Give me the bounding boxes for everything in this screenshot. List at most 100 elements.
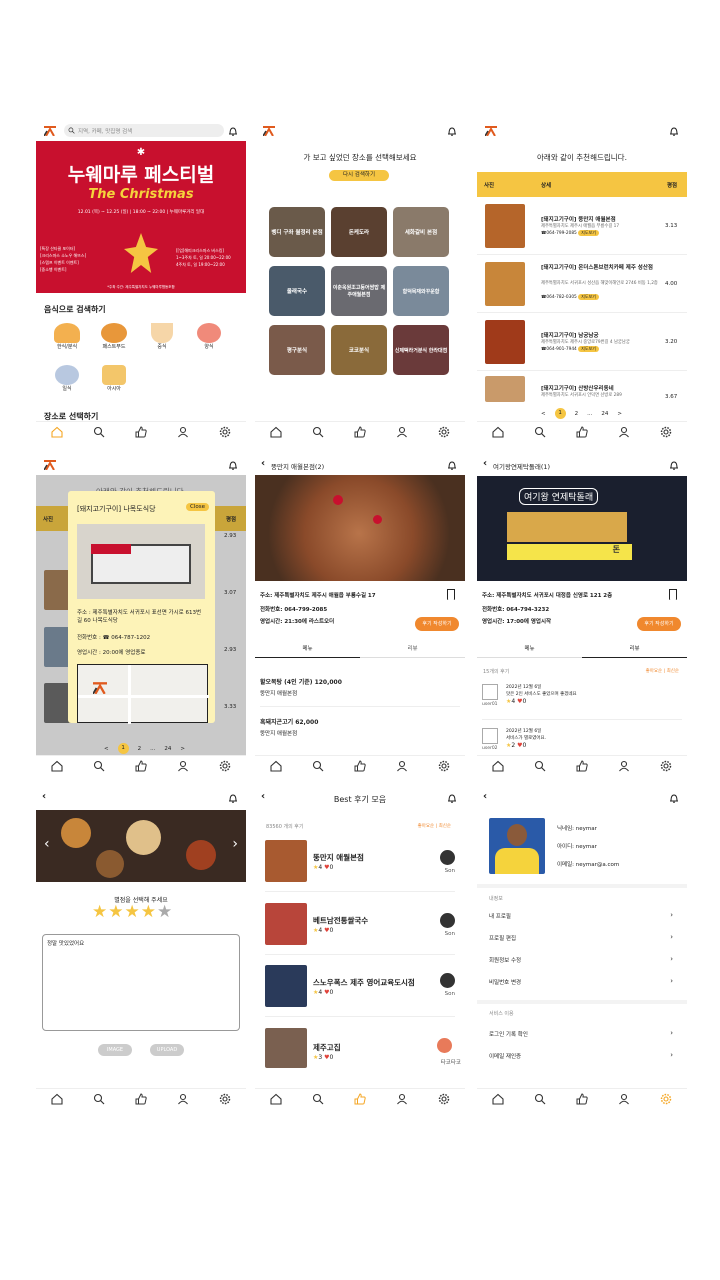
home-icon[interactable] [51,426,63,438]
table-row[interactable]: [돼지고기구이] 산방산우리동네 제주특별자치도 서귀포시 안덕면 산방로 28… [477,374,687,404]
place-tile[interactable]: 벵디 구좌 월정리 본점 [269,207,325,257]
search-icon[interactable] [93,1093,105,1105]
user-icon[interactable] [177,1093,189,1105]
bookmark-icon[interactable] [669,589,677,600]
user-icon[interactable] [618,426,630,438]
place-tile[interactable]: 돈케도라 [331,207,387,257]
thumbs-up-icon[interactable] [576,1093,588,1105]
user-icon[interactable] [177,760,189,772]
search-icon[interactable] [534,1093,546,1105]
thumbs-up-icon[interactable] [354,1092,366,1105]
table-row[interactable]: [돼지고기구이] 온더스톤브런치카페 제주 성산점 제주특별자치도 서귀포시 성… [477,258,687,313]
star-icon[interactable]: ★ [141,902,157,922]
write-review-button[interactable]: 후기 작성하기 [415,617,459,631]
best-review-item[interactable]: 제주고집 ★3 ♥0 타코타코 [265,1026,461,1080]
chevron-left-icon[interactable]: ‹ [44,836,50,852]
best-review-item[interactable]: 베트남전통쌀국수 ★4 ♥0 Son [265,901,455,955]
review-sort[interactable]: 좋아요순 | 최신순 [418,823,451,829]
thumbs-up-icon[interactable] [576,426,588,438]
place-tile[interactable]: 코코분식 [331,325,387,375]
user-icon[interactable] [396,1093,408,1105]
gear-icon[interactable] [438,1093,450,1105]
food-asian[interactable]: 아시아 [99,365,129,392]
gear-icon[interactable] [219,1093,231,1105]
home-icon[interactable] [492,426,504,438]
tab-review[interactable]: 리뷰 [582,642,687,658]
map-button[interactable]: 지도보기 [578,230,599,236]
menu-my-profile[interactable]: 내 프로필 › [489,911,673,924]
user-icon[interactable] [396,426,408,438]
gear-icon[interactable] [438,760,450,772]
gear-icon[interactable] [219,760,231,772]
search-icon[interactable] [534,760,546,772]
food-carousel[interactable]: ‹ › [36,810,246,882]
bell-icon[interactable] [669,460,679,470]
food-western[interactable]: 양식 [194,323,224,350]
map-button[interactable]: 지도보기 [578,346,599,352]
close-button[interactable]: Close [186,503,209,511]
thumbs-up-icon[interactable] [354,760,366,772]
search-icon[interactable] [312,1093,324,1105]
chevron-right-icon[interactable]: › [232,836,238,852]
thumbs-up-icon[interactable] [135,1093,147,1105]
bell-icon[interactable] [447,793,457,803]
place-tile[interactable]: 함덕목재와꾸운함 [393,266,449,316]
gear-icon[interactable] [660,426,672,438]
food-korean[interactable]: 한식/분식 [52,323,82,350]
retry-button[interactable]: 다시 검색하기 [329,170,389,181]
bell-icon[interactable] [228,126,238,136]
home-icon[interactable] [51,1093,63,1105]
search-icon[interactable] [312,760,324,772]
place-tile[interactable]: 올래국수 [269,266,325,316]
review-sort[interactable]: 좋아요순 | 최신순 [646,668,679,674]
bookmark-icon[interactable] [447,589,455,600]
thumbs-up-icon[interactable] [576,760,588,772]
place-tile[interactable]: 세화갈비 본점 [393,207,449,257]
place-tile[interactable]: 이춘옥원조고등어쌈밥 제주애월본점 [331,266,387,316]
best-review-item[interactable]: 뚱만지 애월본점 ★4 ♥0 Son [265,838,455,892]
back-icon[interactable]: ‹ [483,459,487,469]
menu-change-password[interactable]: 비밀번호 변경 › [489,977,673,990]
menu-login-history[interactable]: 로그인 기록 확인 › [489,1029,673,1042]
search-icon[interactable] [534,426,546,438]
thumbs-up-icon[interactable] [135,426,147,438]
tab-review[interactable]: 리뷰 [360,642,465,658]
search-icon[interactable] [312,426,324,438]
user-icon[interactable] [396,760,408,772]
home-icon[interactable] [492,1093,504,1105]
bell-icon[interactable] [669,126,679,136]
write-review-button[interactable]: 후기 작성하기 [637,617,681,631]
search-icon[interactable] [93,760,105,772]
menu-email-verify[interactable]: 이메일 재인증 › [489,1051,673,1064]
gear-icon[interactable] [438,426,450,438]
table-row[interactable]: [돼지고기구이] 남궁남궁 제주특별자치도 제주시 중앙로79번길 4 남궁남궁… [477,316,687,371]
back-icon[interactable]: ‹ [42,792,46,802]
menu-edit-profile[interactable]: 프로필 편집 › [489,933,673,946]
home-icon[interactable] [492,760,504,772]
home-icon[interactable] [270,426,282,438]
star-icon[interactable]: ★ [108,902,124,922]
user-icon[interactable] [618,760,630,772]
review-textarea[interactable]: 정말 맛있었어요 [42,934,240,1031]
back-icon[interactable]: ‹ [261,459,265,469]
star-rating[interactable]: ★★★★★ [92,902,173,922]
place-tile[interactable]: 신제떡라거분식 한라대점 [393,325,449,375]
user-icon[interactable] [618,1093,630,1105]
food-fastfood[interactable]: 패스트푸드 [99,323,129,350]
bell-icon[interactable] [228,460,238,470]
place-tile[interactable]: 평구분식 [269,325,325,375]
star-icon[interactable]: ★ [125,902,141,922]
bell-icon[interactable] [669,793,679,803]
star-icon[interactable]: ★ [92,902,108,922]
image-button[interactable]: IMAGE [98,1044,132,1056]
tab-menu[interactable]: 메뉴 [477,642,582,658]
thumbs-up-icon[interactable] [354,426,366,438]
bell-icon[interactable] [447,126,457,136]
food-japanese[interactable]: 일식 [52,365,82,392]
bell-icon[interactable] [447,460,457,470]
gear-icon[interactable] [660,760,672,772]
home-icon[interactable] [270,1093,282,1105]
store-map[interactable] [77,664,209,724]
upload-button[interactable]: UPLOAD [150,1044,184,1056]
back-icon[interactable]: ‹ [483,792,487,802]
